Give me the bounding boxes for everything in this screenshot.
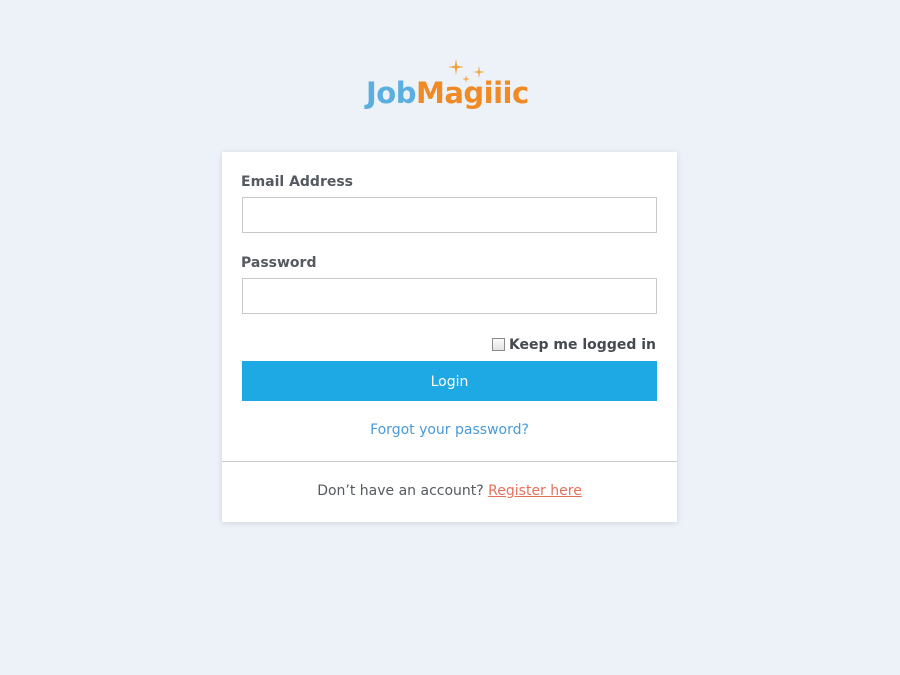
email-field[interactable] <box>242 197 657 233</box>
register-prompt: Don’t have an account? <box>317 483 484 499</box>
remember-checkbox[interactable] <box>491 337 505 351</box>
brand-logo: JobMagiiic <box>366 58 536 116</box>
login-button[interactable]: Login <box>242 361 657 401</box>
register-prompt-row: Don’t have an account? Register here <box>222 483 677 499</box>
logo-wordmark: JobMagiiic <box>366 75 529 111</box>
divider <box>222 461 677 462</box>
remember-label: Keep me logged in <box>508 337 656 353</box>
forgot-password-link-row: Forgot your password? <box>222 422 677 438</box>
email-label: Email Address <box>241 174 354 190</box>
register-link[interactable]: Register here <box>488 483 582 499</box>
remember-me[interactable]: Keep me logged in <box>491 337 656 353</box>
logo-text-magic: Magiiic <box>415 76 529 110</box>
forgot-password-link[interactable]: Forgot your password? <box>370 422 529 438</box>
login-card: Email Address Password Keep me logged in… <box>222 152 677 522</box>
password-label: Password <box>241 255 317 271</box>
logo-text-job: Job <box>366 76 416 110</box>
password-field[interactable] <box>242 278 657 314</box>
